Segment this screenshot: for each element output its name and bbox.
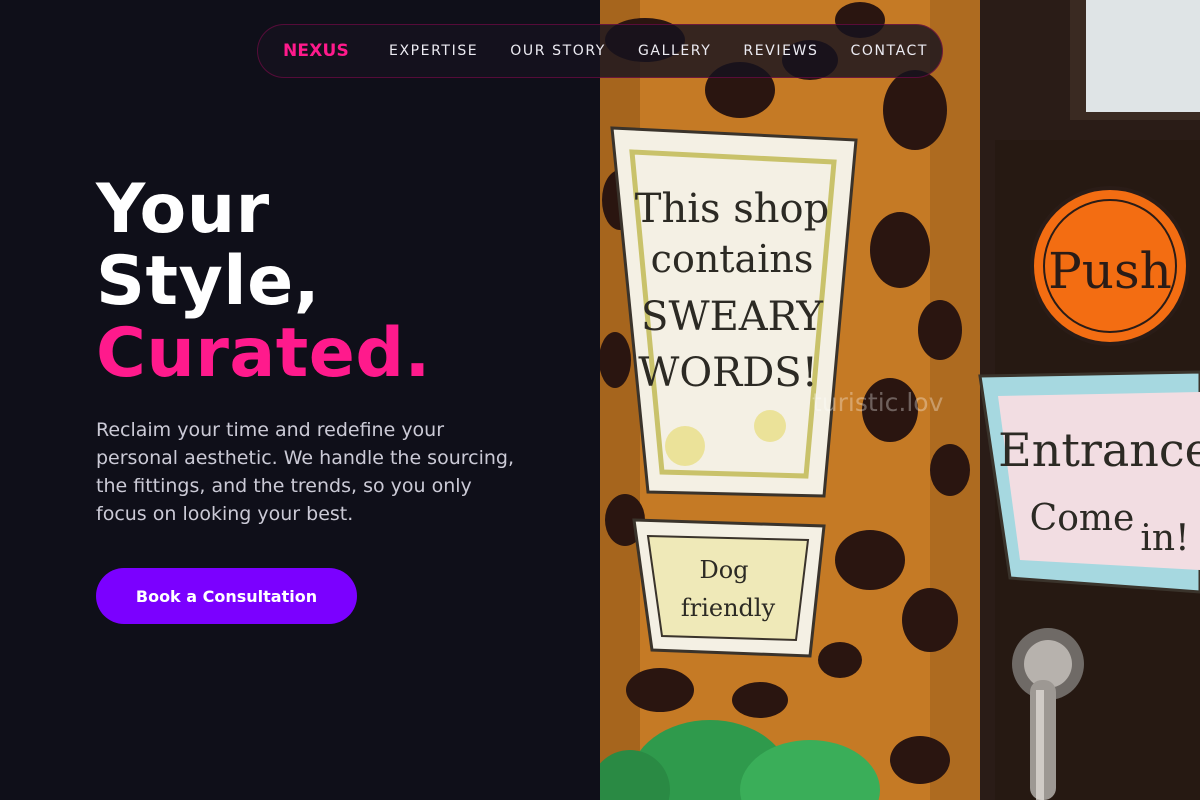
sign-dog-friendly: Dog friendly bbox=[632, 518, 826, 658]
brand-logo[interactable]: NEXUS bbox=[283, 41, 349, 61]
nav-link-expertise[interactable]: EXPERTISE bbox=[389, 43, 478, 59]
svg-text:Push: Push bbox=[1048, 242, 1172, 300]
hero-heading-accent: Curated. bbox=[96, 314, 431, 393]
hero-panel bbox=[0, 0, 600, 800]
nav-link-our-story[interactable]: OUR STORY bbox=[510, 43, 606, 59]
svg-text:friendly: friendly bbox=[681, 594, 776, 622]
hero-heading: Your Style, Curated. bbox=[96, 174, 431, 390]
svg-text:Entrance: Entrance bbox=[998, 423, 1200, 477]
nav-link-reviews[interactable]: REVIEWS bbox=[743, 43, 818, 59]
svg-text:Come: Come bbox=[1030, 498, 1135, 539]
nav-link-gallery[interactable]: GALLERY bbox=[638, 43, 711, 59]
svg-text:in!: in! bbox=[1140, 518, 1189, 559]
svg-text:WORDS!: WORDS! bbox=[638, 350, 818, 396]
main-navigation: NEXUS EXPERTISE OUR STORY GALLERY REVIEW… bbox=[257, 24, 943, 78]
sign-sweary-words: This shop contains SWEARY WORDS! bbox=[610, 126, 858, 498]
hero-heading-line-1: Your bbox=[96, 170, 270, 249]
hero-heading-line-2: Style, bbox=[96, 242, 321, 321]
sign-entrance: Entrance Come in! bbox=[978, 370, 1200, 594]
nav-link-contact[interactable]: CONTACT bbox=[850, 43, 928, 59]
svg-text:SWEARY: SWEARY bbox=[641, 294, 823, 340]
hero-description: Reclaim your time and redefine your pers… bbox=[96, 419, 514, 525]
svg-text:Dog: Dog bbox=[699, 556, 748, 584]
svg-text:contains: contains bbox=[651, 237, 814, 281]
book-consultation-button[interactable]: Book a Consultation bbox=[96, 568, 357, 624]
svg-text:This shop: This shop bbox=[635, 186, 829, 232]
photo-watermark: turistic.lov bbox=[812, 388, 944, 417]
sign-push: Push bbox=[1030, 186, 1190, 346]
